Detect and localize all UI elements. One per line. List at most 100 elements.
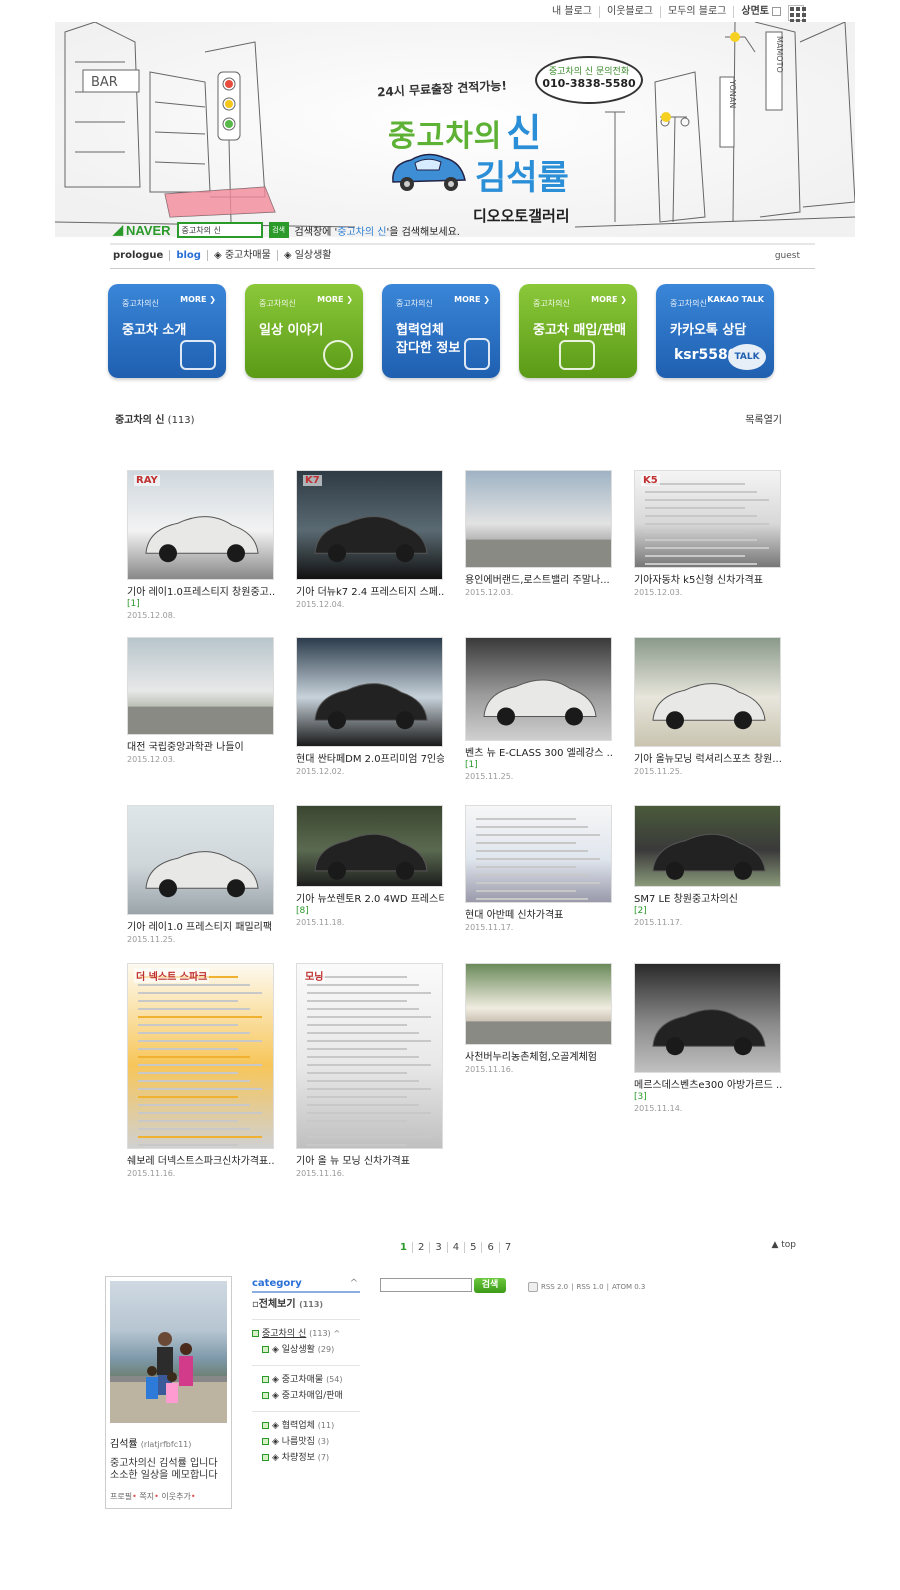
post-item[interactable]: K5 기아자동차 k5신형 신차가격표 2015.12.03.	[634, 470, 782, 597]
user-menu[interactable]: 상면토	[734, 6, 788, 18]
post-thumbnail[interactable]	[296, 637, 443, 747]
rss1-link[interactable]: RSS 1.0	[576, 1283, 603, 1291]
post-thumbnail[interactable]: K5	[634, 470, 781, 568]
nav-car-listings[interactable]: ◈ 중고차매물	[208, 250, 278, 261]
blog-search-button[interactable]: 검색	[474, 1278, 506, 1293]
post-item[interactable]: SM7 LE 창원중고차의신 [2] 2015.11.17.	[634, 805, 782, 927]
post-title[interactable]: 현대 싼타페DM 2.0프리미엄 7인승 ...	[296, 753, 444, 766]
post-title[interactable]: 기아 올뉴모닝 럭셔리스포츠 창원...	[634, 753, 782, 766]
category-item[interactable]: ◈ 나름맛집 (3)	[252, 1434, 360, 1450]
nav-prologue[interactable]: prologue	[113, 250, 171, 261]
post-title[interactable]: 메르스데스벤츠e300 아방가르드 ...	[634, 1079, 782, 1092]
post-item[interactable]: 현대 싼타페DM 2.0프리미엄 7인승 ... 2015.12.02.	[296, 637, 444, 776]
post-item[interactable]: RAY 기아 레이1.0프레스티지 창원중고... [1] 2015.12.08.	[127, 470, 275, 620]
post-item[interactable]: 모닝 기아 올 뉴 모닝 신차가격표 2015.11.16.	[296, 963, 444, 1178]
post-title[interactable]: 사천버누리농촌체험,오골계체험	[465, 1051, 613, 1064]
comment-count[interactable]: [1]	[127, 599, 275, 610]
menu-daily-story[interactable]: 중고차의신 MORE ❯ 일상 이야기	[245, 284, 363, 378]
category-item[interactable]: ◈ 차량정보 (7)	[252, 1450, 360, 1466]
category-item[interactable]: ◈ 협력업체 (11)	[252, 1418, 360, 1434]
category-header[interactable]: category ^	[252, 1278, 360, 1293]
post-item[interactable]: 용인에버랜드,로스트밸리 주말나... 2015.12.03.	[465, 470, 613, 597]
post-title[interactable]: 기아 더뉴k7 2.4 프레스티지 스페...	[296, 586, 444, 599]
naver-search-button[interactable]: 검색	[268, 222, 289, 238]
post-thumbnail[interactable]: 더 넥스트 스파크	[127, 963, 274, 1149]
post-item[interactable]: 현대 아반떼 신차가격표 2015.11.17.	[465, 805, 613, 932]
post-item[interactable]: 대전 국립중앙과학관 나들이 2015.12.03.	[127, 637, 275, 764]
post-title[interactable]: 기아자동차 k5신형 신차가격표	[634, 574, 782, 587]
page-2-link[interactable]: 2	[413, 1242, 431, 1253]
everyone-blog-link[interactable]: 모두의 블로그	[661, 6, 735, 18]
post-thumbnail[interactable]	[634, 637, 781, 747]
post-thumbnail[interactable]	[634, 805, 781, 887]
post-title[interactable]: 벤츠 뉴 E-CLASS 300 엘레강스 ...	[465, 747, 613, 760]
category-item[interactable]: ◈ 중고차매물 (54)	[252, 1372, 360, 1388]
menu-kakao-talk[interactable]: 중고차의신 KAKAO TALK 카카오톡 상담 ksr5580 TALK	[656, 284, 774, 378]
neighbor-blog-link[interactable]: 이웃블로그	[600, 6, 661, 18]
profile-photo[interactable]	[110, 1281, 227, 1423]
post-title[interactable]: 대전 국립중앙과학관 나들이	[127, 741, 275, 754]
naver-logo[interactable]: ◢ NAVER	[113, 222, 171, 238]
page-1-link[interactable]: 1	[395, 1242, 413, 1253]
collapse-icon[interactable]: ^	[350, 1278, 358, 1289]
post-item[interactable]: 기아 올뉴모닝 럭셔리스포츠 창원... 2015.11.25.	[634, 637, 782, 776]
back-to-top-link[interactable]: ▲ top	[771, 1240, 796, 1250]
post-title[interactable]: 기아 뉴쏘렌토R 2.0 4WD 프레스티지	[296, 893, 444, 906]
comment-count[interactable]: [8]	[296, 906, 444, 917]
post-item[interactable]: 기아 레이1.0 프레스티지 패밀리팩 2015.11.25.	[127, 805, 275, 944]
post-thumbnail[interactable]	[296, 805, 443, 887]
post-thumbnail[interactable]: RAY	[127, 470, 274, 580]
comment-count[interactable]: [3]	[634, 1092, 782, 1103]
list-open-button[interactable]: 목록열기	[745, 411, 782, 426]
page-3-link[interactable]: 3	[430, 1242, 448, 1253]
category-all[interactable]: ▫전체보기 (113)	[252, 1297, 360, 1312]
category-item[interactable]: ◈ 일상생활 (29)	[252, 1342, 360, 1358]
post-item[interactable]: 사천버누리농촌체험,오골계체험 2015.11.16.	[465, 963, 613, 1074]
atom-link[interactable]: ATOM 0.3	[612, 1283, 645, 1291]
post-thumbnail[interactable]	[465, 637, 612, 741]
post-thumbnail[interactable]: 모닝	[296, 963, 443, 1149]
post-thumbnail[interactable]	[465, 470, 612, 568]
menu-partners-info[interactable]: 중고차의신 MORE ❯ 협력업체 잡다한 정보	[382, 284, 500, 378]
post-item[interactable]: 메르스데스벤츠e300 아방가르드 ... [3] 2015.11.14.	[634, 963, 782, 1113]
page-7-link[interactable]: 7	[500, 1242, 516, 1253]
post-title[interactable]: 쉐보레 더넥스트스파크신차가격표...	[127, 1155, 275, 1168]
post-thumbnail[interactable]: K7	[296, 470, 443, 580]
comment-count[interactable]: [1]	[465, 760, 613, 771]
page-6-link[interactable]: 6	[482, 1242, 500, 1253]
post-thumbnail[interactable]	[634, 963, 781, 1073]
profile-link[interactable]: 프로필	[110, 1492, 132, 1501]
message-link[interactable]: 쪽지	[139, 1492, 154, 1501]
post-title[interactable]: 기아 올 뉴 모닝 신차가격표	[296, 1155, 444, 1168]
post-thumbnail[interactable]	[127, 637, 274, 735]
nav-daily-life[interactable]: ◈ 일상생활	[278, 250, 338, 261]
post-thumbnail[interactable]	[465, 963, 612, 1045]
nav-blog[interactable]: blog	[170, 250, 208, 261]
add-neighbor-link[interactable]: 이웃추가	[161, 1492, 190, 1501]
rss2-link[interactable]: RSS 2.0	[541, 1283, 568, 1291]
post-title[interactable]: 기아 레이1.0프레스티지 창원중고...	[127, 586, 275, 599]
menu-car-intro[interactable]: 중고차의신 MORE ❯ 중고차 소개	[108, 284, 226, 378]
post-thumbnail[interactable]	[465, 805, 612, 903]
page-4-link[interactable]: 4	[448, 1242, 466, 1253]
naver-search-input[interactable]: 중고차의 신	[176, 222, 263, 238]
page-5-link[interactable]: 5	[465, 1242, 483, 1253]
category-item[interactable]: 중고차의 신 (113) ^	[252, 1326, 360, 1342]
comment-count[interactable]: [2]	[634, 906, 782, 917]
post-title[interactable]: 현대 아반떼 신차가격표	[465, 909, 613, 922]
post-item[interactable]: 벤츠 뉴 E-CLASS 300 엘레강스 ... [1] 2015.11.25.	[465, 637, 613, 781]
collapse-icon[interactable]: ^	[334, 1329, 341, 1338]
post-thumbnail[interactable]	[127, 805, 274, 915]
my-blog-link[interactable]: 내 블로그	[545, 6, 600, 18]
post-item[interactable]: 기아 뉴쏘렌토R 2.0 4WD 프레스티지 [8] 2015.11.18.	[296, 805, 444, 927]
post-item[interactable]: K7 기아 더뉴k7 2.4 프레스티지 스페... 2015.12.04.	[296, 470, 444, 609]
post-title[interactable]: SM7 LE 창원중고차의신	[634, 893, 782, 906]
apps-grid-icon[interactable]	[788, 5, 806, 23]
blog-search-input[interactable]	[380, 1278, 472, 1292]
post-title[interactable]: 용인에버랜드,로스트밸리 주말나...	[465, 574, 613, 587]
category-item[interactable]: ◈ 중고차매입/판매	[252, 1388, 360, 1404]
chevron-down-icon[interactable]	[772, 6, 781, 16]
menu-buy-sell[interactable]: 중고차의신 MORE ❯ 중고차 매입/판매	[519, 284, 637, 378]
post-item[interactable]: 더 넥스트 스파크 쉐보레 더넥스트스파크신차가격표... 2015.11.16.	[127, 963, 275, 1178]
post-title[interactable]: 기아 레이1.0 프레스티지 패밀리팩	[127, 921, 275, 934]
